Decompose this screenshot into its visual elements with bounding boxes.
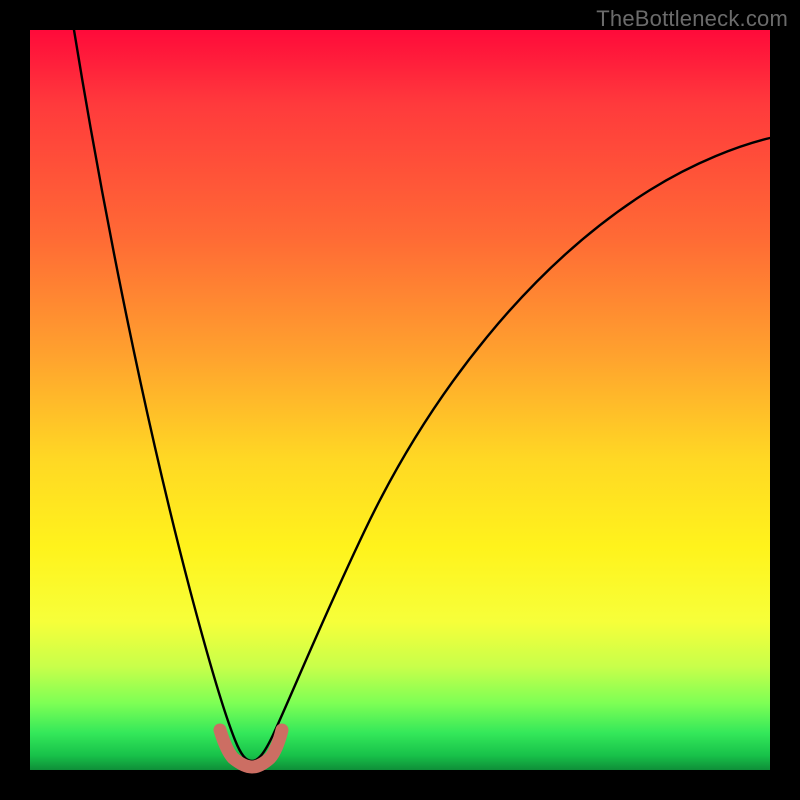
chart-stage: TheBottleneck.com [0,0,800,800]
bottleneck-curve [74,30,770,761]
plot-area [30,30,770,770]
watermark-text: TheBottleneck.com [596,6,788,32]
curve-layer [30,30,770,770]
